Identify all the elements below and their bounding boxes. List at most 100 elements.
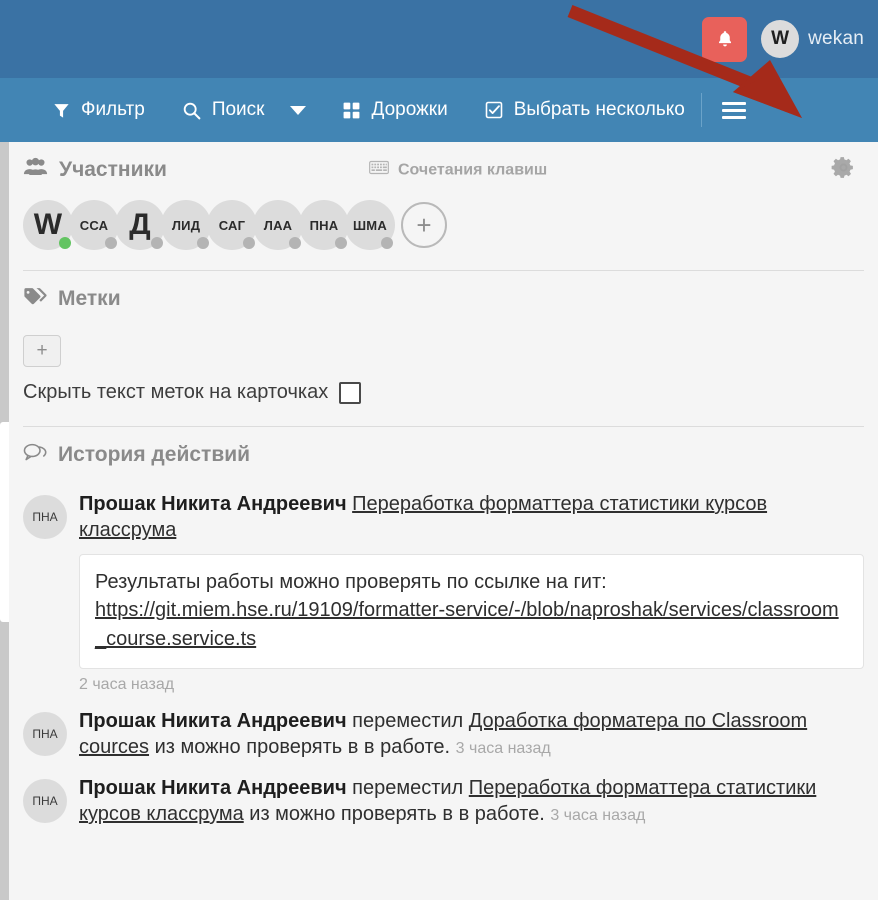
- add-member-button[interactable]: +: [401, 202, 447, 248]
- activity-item: ПНА Прошак Никита Андреевич переместил Д…: [23, 708, 864, 761]
- activity-list: ПНА Прошак Никита Андреевич Переработка …: [23, 483, 864, 828]
- activity-body: Прошак Никита Андреевич переместил Дораб…: [79, 708, 864, 761]
- member-avatar[interactable]: САГ: [207, 200, 257, 250]
- status-dot: [243, 237, 255, 249]
- activity-timestamp: 3 часа назад: [550, 807, 646, 825]
- status-dot: [197, 237, 209, 249]
- activity-action: переместил: [346, 709, 469, 732]
- keyboard-shortcuts-button[interactable]: Сочетания клавиш: [369, 160, 548, 180]
- filter-icon: [52, 101, 71, 120]
- toolbar-divider: [700, 93, 702, 127]
- member-initials: САГ: [218, 217, 246, 233]
- member-avatar[interactable]: ШМА: [345, 200, 395, 250]
- hamburger-menu-icon[interactable]: [721, 101, 746, 119]
- member-initials: Д: [129, 208, 151, 241]
- status-dot-online: [59, 237, 71, 249]
- status-dot: [335, 237, 347, 249]
- toolbar-multiselect-label: Выбрать несколько: [513, 99, 685, 120]
- toolbar-search-button[interactable]: Поиск: [181, 99, 265, 121]
- activity-tail: из можно проверять в в работе.: [243, 803, 545, 826]
- comment-icon: [23, 442, 47, 468]
- activity-body: Прошак Никита Андреевич Переработка форм…: [79, 491, 864, 694]
- activity-timestamp: 2 часа назад: [79, 675, 175, 693]
- member-avatar[interactable]: ПНА: [299, 200, 349, 250]
- checkbox-icon: [484, 100, 504, 120]
- labels-title-group: Метки: [23, 286, 121, 312]
- members-icon: [23, 157, 48, 183]
- activity-author[interactable]: Прошак Никита Андреевич: [79, 493, 347, 515]
- status-dot: [381, 237, 393, 249]
- keyboard-shortcuts-label: Сочетания клавиш: [398, 161, 548, 178]
- search-icon: [181, 100, 202, 121]
- comment-url-link[interactable]: https://git.miem.hse.ru/19109/formatter-…: [95, 599, 839, 649]
- members-title: Участники: [59, 158, 167, 181]
- bell-icon: [718, 31, 731, 47]
- activity-avatar[interactable]: ПНА: [23, 711, 67, 756]
- status-dot: [151, 237, 163, 249]
- board-toolbar: Фильтр Поиск Дорожки Выбрать несколько: [0, 78, 878, 142]
- activity-title: История действий: [58, 443, 251, 466]
- member-avatar[interactable]: ЛАА: [253, 200, 303, 250]
- user-avatar[interactable]: W: [761, 20, 800, 58]
- toolbar-search-label: Поиск: [211, 99, 265, 120]
- members-avatar-row: W ССА Д ЛИД САГ ЛАА ПНА ШМА +: [23, 198, 864, 266]
- activity-item: ПНА Прошак Никита Андреевич переместил П…: [23, 775, 864, 828]
- status-dot: [105, 237, 117, 249]
- activity-author[interactable]: Прошак Никита Андреевич: [79, 777, 347, 799]
- member-initials: W: [33, 208, 63, 241]
- hide-label-text-checkbox[interactable]: [339, 381, 362, 404]
- toolbar-filter-button[interactable]: Фильтр: [52, 99, 145, 121]
- activity-section-header: История действий: [23, 427, 864, 483]
- activity-title-group: История действий: [23, 442, 250, 468]
- activity-text: Прошак Никита Андреевич Переработка форм…: [79, 491, 864, 544]
- activity-avatar[interactable]: ПНА: [23, 495, 67, 539]
- activity-tail: из можно проверять в в работе.: [149, 736, 451, 759]
- sidebar-settings-button[interactable]: [831, 155, 856, 185]
- member-initials: ЛИД: [171, 217, 201, 233]
- board-sidebar: Участники Сочетания клавиш W ССА Д ЛИД С…: [9, 142, 878, 900]
- user-avatar-initial: W: [771, 28, 790, 49]
- toolbar-filter-label: Фильтр: [81, 99, 145, 120]
- gear-icon: [831, 157, 853, 178]
- activity-comment-box: Результаты работы можно проверять по ссы…: [79, 553, 864, 669]
- labels-title: Метки: [58, 287, 121, 310]
- tag-icon: [23, 286, 47, 312]
- member-initials: ШМА: [353, 217, 387, 233]
- chevron-down-icon: [290, 105, 307, 115]
- wekan-board-sidebar-screen: W wekan Фильтр Поиск Дорожки Выбрать нес…: [0, 0, 878, 900]
- add-label-button[interactable]: +: [23, 335, 61, 367]
- member-avatar[interactable]: Д: [115, 200, 165, 250]
- member-avatar[interactable]: ЛИД: [161, 200, 211, 250]
- activity-text: Прошак Никита Андреевич переместил Перер…: [79, 775, 864, 828]
- plus-icon: +: [36, 340, 48, 361]
- keyboard-icon: [369, 160, 389, 180]
- top-header-bar: W wekan: [0, 0, 878, 78]
- toolbar-swimlanes-label: Дорожки: [371, 99, 448, 120]
- toolbar-search-dropdown[interactable]: [290, 105, 307, 115]
- hide-label-text-row[interactable]: Скрыть текст меток на карточках: [23, 381, 864, 422]
- member-initials: ЛАА: [263, 217, 293, 233]
- activity-action: переместил: [346, 776, 469, 799]
- labels-section-header: Метки: [23, 271, 864, 327]
- toolbar-multiselect-button[interactable]: Выбрать несколько: [484, 99, 685, 121]
- activity-item: ПНА Прошак Никита Андреевич Переработка …: [23, 491, 864, 694]
- status-dot: [289, 237, 301, 249]
- activity-author[interactable]: Прошак Никита Андреевич: [79, 710, 347, 732]
- swimlanes-grid-icon: [342, 101, 361, 120]
- activity-avatar-initials: ПНА: [32, 793, 58, 808]
- username-label[interactable]: wekan: [808, 28, 864, 50]
- activity-text: Прошак Никита Андреевич переместил Дораб…: [79, 708, 864, 761]
- comment-text: Результаты работы можно проверять по ссы…: [95, 570, 607, 593]
- activity-timestamp: 3 часа назад: [455, 740, 551, 758]
- notifications-button[interactable]: [702, 16, 748, 62]
- member-initials: ССА: [79, 217, 109, 233]
- member-initials: ПНА: [309, 217, 339, 233]
- members-section-header: Участники Сочетания клавиш: [23, 142, 864, 198]
- toolbar-swimlanes-button[interactable]: Дорожки: [342, 99, 448, 121]
- activity-avatar[interactable]: ПНА: [23, 778, 67, 823]
- members-title-group: Участники: [23, 157, 167, 183]
- activity-body: Прошак Никита Андреевич переместил Перер…: [79, 775, 864, 828]
- activity-avatar-initials: ПНА: [32, 726, 58, 741]
- member-avatar[interactable]: W: [23, 200, 73, 250]
- member-avatar[interactable]: ССА: [69, 200, 119, 250]
